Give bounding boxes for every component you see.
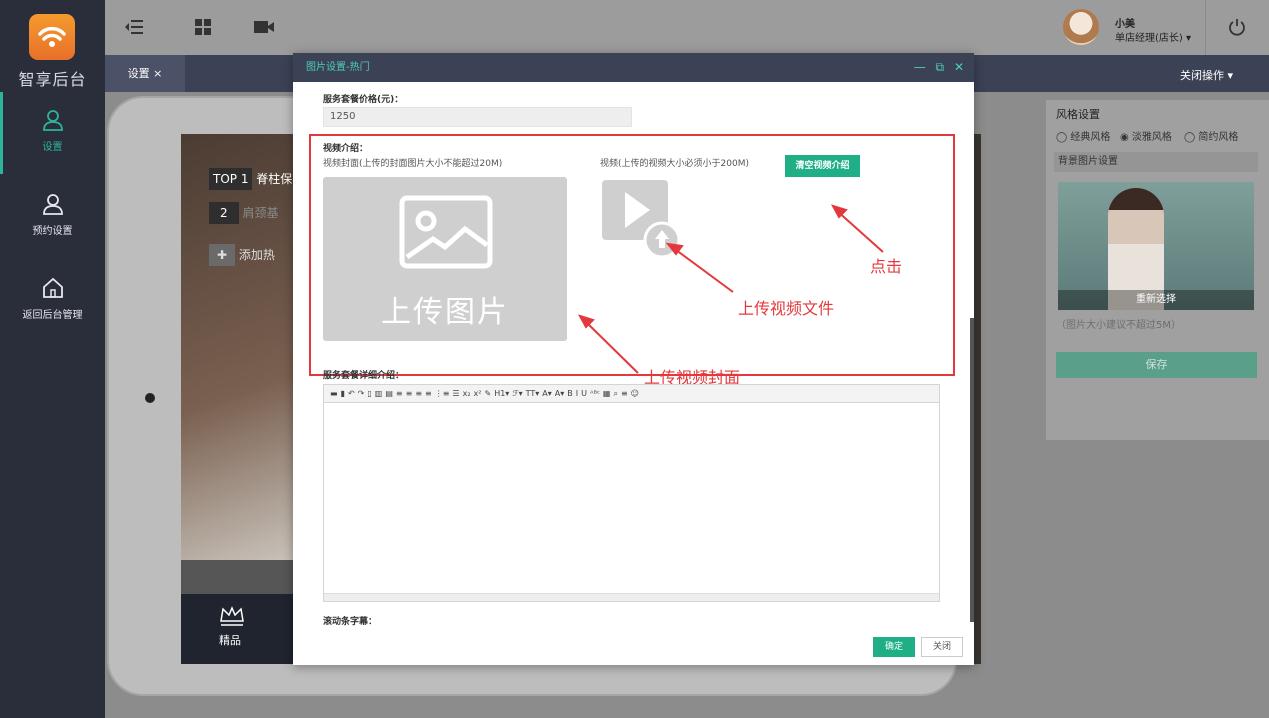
- preview-add-label: 添加热: [238, 248, 275, 262]
- radio-classic[interactable]: ◯ 经典风格: [1056, 128, 1110, 143]
- style-settings-title: 风格设置: [1056, 108, 1100, 121]
- grid-icon[interactable]: [192, 16, 214, 38]
- preview-name: 肩颈基: [242, 206, 279, 220]
- dialog-body: 服务套餐价格(元)： 1250 视频介绍： 视频封面(上传的封面图片大小不能超过…: [293, 82, 974, 634]
- dialog-scrollbar[interactable]: [970, 318, 974, 622]
- user-icon: [42, 194, 63, 215]
- tab-settings[interactable]: 设置 ×: [105, 55, 185, 92]
- sidebar-item-label: 设置: [42, 142, 63, 153]
- sidebar-item-label: 返回后台管理: [22, 310, 83, 321]
- editor-tool-button[interactable]: A▾: [555, 385, 565, 403]
- dialog-header: 图片设置-热门 — ⧉ ✕: [293, 53, 974, 82]
- preview-item[interactable]: 2 肩颈基: [209, 202, 278, 224]
- close-icon[interactable]: ✕: [954, 53, 964, 82]
- editor-tool-button[interactable]: ▦: [603, 385, 611, 403]
- background-settings-title: 背景图片设置: [1054, 152, 1258, 172]
- preview-footer: 精品: [181, 594, 295, 664]
- editor-tool-button[interactable]: ≡: [406, 385, 413, 403]
- user-role: 单店经理(店长) ▾: [1115, 33, 1192, 44]
- editor-tool-button[interactable]: ≡: [396, 385, 403, 403]
- detail-label: 服务套餐详细介绍：: [323, 371, 405, 381]
- editor-tool-button[interactable]: ⋮≡: [435, 385, 450, 403]
- app-logo[interactable]: 智享后台: [0, 0, 105, 92]
- confirm-button[interactable]: 确定: [873, 637, 915, 657]
- video-icon[interactable]: [253, 16, 275, 38]
- preview-add-item[interactable]: ✚ 添加热: [209, 244, 275, 266]
- annotation-arrows: [577, 204, 884, 374]
- plus-icon: ✚: [209, 244, 236, 266]
- sidebar-item-booking[interactable]: 预约设置: [0, 192, 105, 237]
- editor-tool-button[interactable]: ✎: [485, 385, 492, 403]
- user-icon: [42, 110, 63, 131]
- marquee-label: 滚动条字幕：: [323, 617, 378, 627]
- editor-tool-button[interactable]: ☰: [452, 385, 459, 403]
- preview-item[interactable]: TOP 1 脊柱保: [209, 168, 292, 190]
- editor-tool-button[interactable]: ≡: [415, 385, 422, 403]
- user-name: 小美: [1115, 19, 1135, 30]
- sidebar-item-back[interactable]: 返回后台管理: [0, 276, 105, 321]
- editor-tool-button[interactable]: H1▾: [494, 385, 509, 403]
- dialog-controls: — ⧉ ✕: [908, 53, 964, 82]
- rich-text-editor[interactable]: ▬ ▮ ↶ ↷ ▯ ▥ ▤ ≡ ≡ ≡ ≡ ⋮≡ ☰ x₂ x² ✎ H1▾ ℱ▾ TT▾ A▾ A▾ B I Uᴬᴮᶜ ▦ ⌕ ≡…: [323, 384, 940, 602]
- image-settings-dialog: 图片设置-热门 — ⧉ ✕ 服务套餐价格(元)： 1250 视频介绍： 视频封面…: [293, 53, 974, 665]
- close-operations-menu[interactable]: 关闭操作 ▾: [1180, 67, 1233, 83]
- annotation-upload-video: 上传视频文件: [738, 299, 835, 318]
- minimize-icon[interactable]: —: [914, 53, 926, 82]
- tablet-home-button: [145, 393, 155, 403]
- user-menu[interactable]: 小美 单店经理(店长) ▾: [1063, 9, 1199, 45]
- editor-tool-button[interactable]: ⌕: [613, 385, 617, 403]
- editor-resize-bar[interactable]: [324, 593, 939, 601]
- preview-band: [181, 560, 295, 594]
- reselect-button[interactable]: 重新选择: [1058, 290, 1254, 310]
- editor-tool-button[interactable]: I: [576, 385, 578, 403]
- dialog-title: 图片设置-热门: [306, 62, 370, 73]
- editor-tool-button[interactable]: ▬: [330, 385, 338, 403]
- preview-footer-label: 精品: [219, 634, 241, 647]
- editor-tool-button[interactable]: ᴬᴮᶜ: [590, 385, 600, 403]
- preview-rank: 2: [209, 202, 239, 224]
- sidebar: 智享后台 设置 预约设置 返回后台管理: [0, 0, 105, 718]
- background-image-preview[interactable]: 重新选择: [1058, 182, 1254, 310]
- avatar: [1063, 9, 1099, 45]
- editor-tool-button[interactable]: ≡: [621, 385, 628, 403]
- editor-tool-button[interactable]: U: [581, 385, 587, 403]
- size-note: （图片大小建议不超过5M）: [1056, 320, 1181, 331]
- preview-background-image: [181, 134, 295, 560]
- close-button[interactable]: 关闭: [921, 637, 963, 657]
- editor-toolbar: ▬ ▮ ↶ ↷ ▯ ▥ ▤ ≡ ≡ ≡ ≡ ⋮≡ ☰ x₂ x² ✎ H1▾ ℱ▾ TT▾ A▾ A▾ B I Uᴬᴮᶜ ▦ ⌕ ≡…: [324, 385, 939, 403]
- power-icon: [1229, 19, 1245, 36]
- collapse-menu-icon[interactable]: [123, 16, 145, 38]
- editor-tool-button[interactable]: ▥: [375, 385, 383, 403]
- editor-tool-button[interactable]: ▯: [367, 385, 371, 403]
- editor-tool-button[interactable]: A▾: [542, 385, 552, 403]
- radio-simple[interactable]: ◯ 简约风格: [1184, 128, 1238, 143]
- editor-tool-button[interactable]: ▮: [341, 385, 345, 403]
- crown-icon: [220, 606, 244, 626]
- sidebar-item-settings[interactable]: 设置: [0, 108, 105, 153]
- preview-rank: TOP 1: [209, 168, 253, 190]
- editor-tool-button[interactable]: ≡: [425, 385, 432, 403]
- wifi-logo-icon: [29, 14, 75, 60]
- sidebar-item-label: 预约设置: [32, 226, 73, 237]
- editor-tool-button[interactable]: ☺: [631, 385, 639, 403]
- editor-tool-button[interactable]: ▤: [385, 385, 393, 403]
- annotation-click: 点击: [870, 257, 903, 276]
- editor-tool-button[interactable]: ℱ▾: [512, 385, 522, 403]
- radio-elegant[interactable]: ◉ 淡雅风格: [1120, 128, 1172, 143]
- maximize-icon[interactable]: ⧉: [936, 53, 945, 82]
- dialog-footer: 确定 关闭: [293, 634, 974, 665]
- power-button[interactable]: [1205, 0, 1269, 55]
- editor-tool-button[interactable]: B: [567, 385, 573, 403]
- top-bar: 小美 单店经理(店长) ▾: [105, 0, 1269, 55]
- editor-tool-button[interactable]: x²: [474, 385, 482, 403]
- editor-tool-button[interactable]: TT▾: [526, 385, 540, 403]
- editor-tool-button[interactable]: x₂: [463, 385, 471, 403]
- editor-tool-button[interactable]: ↷: [358, 385, 365, 403]
- home-icon: [42, 277, 63, 298]
- preview-name: 脊柱保: [256, 172, 293, 186]
- editor-tool-button[interactable]: ↶: [348, 385, 355, 403]
- save-button[interactable]: 保存: [1056, 352, 1257, 378]
- style-settings-panel: 风格设置 ◯ 经典风格 ◉ 淡雅风格 ◯ 简约风格 背景图片设置 重新选择 （图…: [1046, 100, 1269, 440]
- app-name: 智享后台: [18, 70, 87, 89]
